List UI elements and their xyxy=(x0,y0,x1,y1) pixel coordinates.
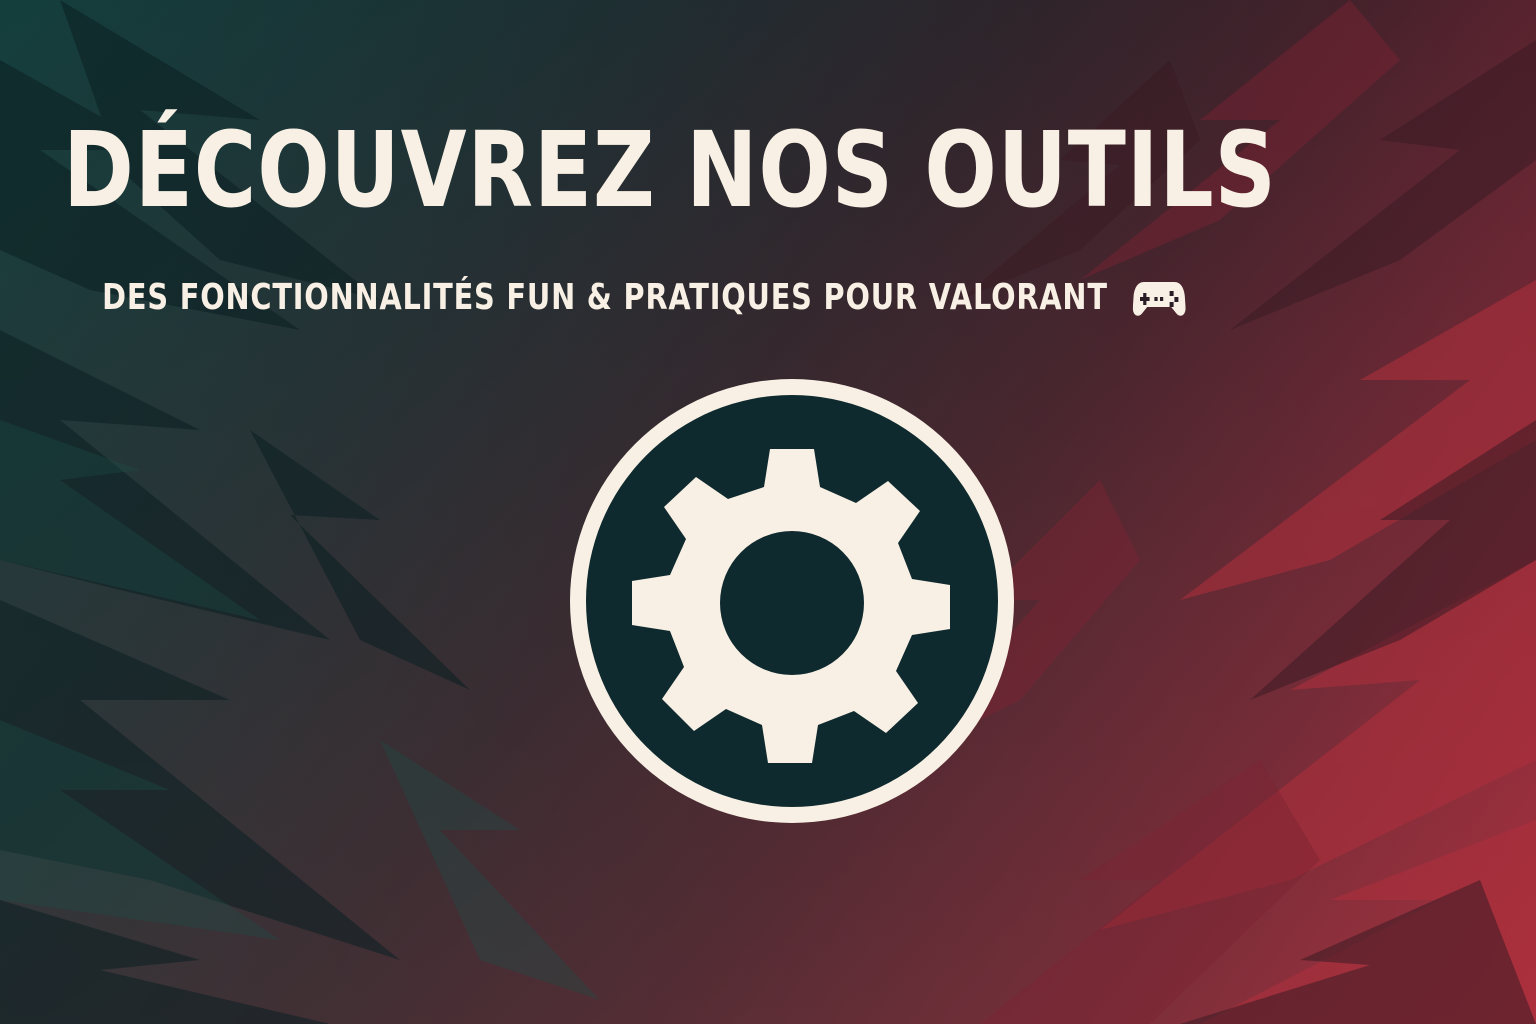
gear-icon xyxy=(570,379,1014,823)
subtitle-text: DES FONCTIONNALITÉS FUN & PRATIQUES POUR… xyxy=(102,277,1108,318)
subtitle: DES FONCTIONNALITÉS FUN & PRATIQUES POUR… xyxy=(0,278,1288,318)
gamepad-icon xyxy=(1133,282,1186,316)
promo-banner: DÉCOUVREZ NOS OUTILS DES FONCTIONNALITÉS… xyxy=(0,0,1536,1024)
page-title: DÉCOUVREZ NOS OUTILS xyxy=(63,109,1277,231)
